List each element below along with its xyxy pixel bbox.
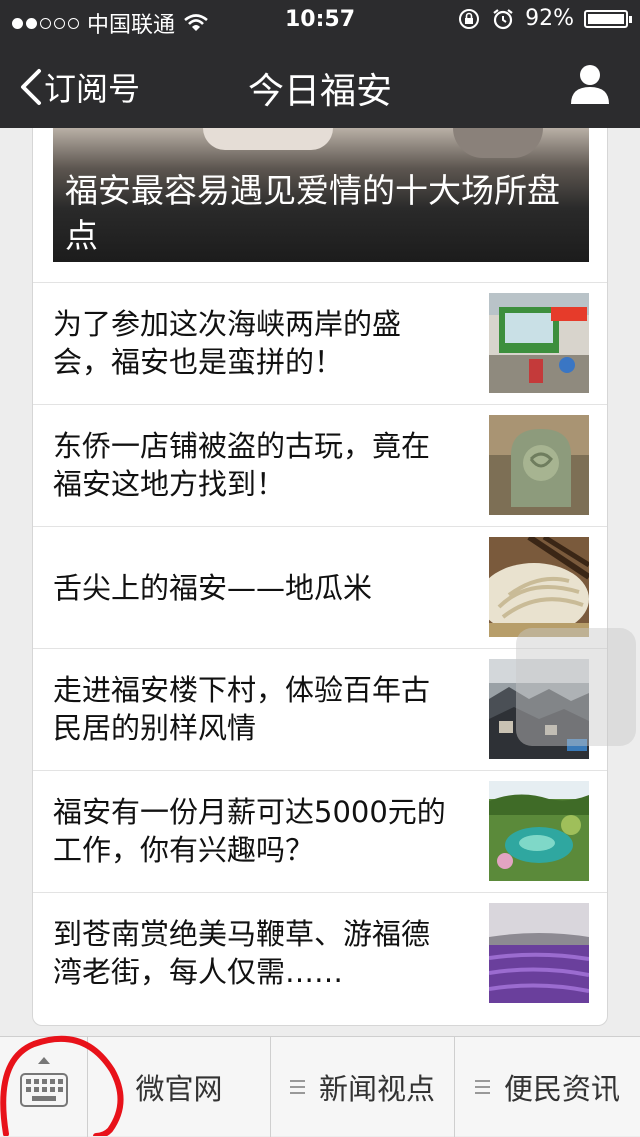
bottom-menu-bar: 微官网 新闻视点 便民资讯 xyxy=(0,1036,640,1137)
floating-assistive-button[interactable] xyxy=(516,628,636,746)
article-thumbnail-lavender xyxy=(489,903,589,1003)
article-item[interactable]: 东侨一店铺被盗的古玩，竟在福安这地方找到！ xyxy=(33,404,607,527)
hero-article[interactable]: 福安最容易遇见爱情的十大场所盘点 xyxy=(53,128,589,262)
article-list-card: 福安最容易遇见爱情的十大场所盘点 为了参加这次海峡两岸的盛会，福安也是蛮拼的！ … xyxy=(32,128,608,1026)
keyboard-icon xyxy=(20,1073,68,1107)
status-bar: 中国联通 10:57 92% xyxy=(0,0,640,40)
battery-icon xyxy=(584,9,632,28)
article-thumbnail-park xyxy=(489,781,589,881)
article-item[interactable]: 福安有一份月薪可达5000元的工作，你有兴趣吗？ xyxy=(33,770,607,893)
article-item[interactable]: 为了参加这次海峡两岸的盛会，福安也是蛮拼的！ xyxy=(33,282,607,405)
menu-item-news[interactable]: 新闻视点 xyxy=(271,1037,455,1137)
hero-caption: 福安最容易遇见爱情的十大场所盘点 xyxy=(65,171,560,255)
article-thumbnail-exhibition xyxy=(489,293,589,393)
article-thumbnail-food xyxy=(489,537,589,637)
article-title: 为了参加这次海峡两岸的盛会，福安也是蛮拼的！ xyxy=(53,307,402,379)
profile-icon[interactable] xyxy=(568,62,612,106)
menu-item-micro-site[interactable]: 微官网 xyxy=(88,1037,271,1137)
submenu-icon xyxy=(474,1080,490,1094)
alarm-icon xyxy=(493,8,513,29)
nav-bar: 订阅号 今日福安 xyxy=(0,40,640,128)
hero-image-detail xyxy=(453,128,543,158)
article-title: 福安有一份月薪可达5000元的工作，你有兴趣吗？ xyxy=(53,795,446,867)
article-thumbnail-jade xyxy=(489,415,589,515)
keyboard-toggle-button[interactable] xyxy=(0,1037,88,1137)
article-item[interactable]: 到苍南赏绝美马鞭草、游福德湾老街，每人仅需…… xyxy=(33,892,607,1015)
article-title: 走进福安楼下村，体验百年古民居的别样风情 xyxy=(53,673,431,745)
page-title: 今日福安 xyxy=(247,71,392,112)
menu-label: 微官网 xyxy=(135,1072,223,1106)
menu-label: 新闻视点 xyxy=(318,1072,435,1106)
submenu-icon xyxy=(289,1080,305,1094)
article-title: 到苍南赏绝美马鞭草、游福德湾老街，每人仅需…… xyxy=(53,917,431,989)
menu-label: 便民资讯 xyxy=(503,1072,620,1106)
menu-item-services[interactable]: 便民资讯 xyxy=(455,1037,640,1137)
article-title: 舌尖上的福安——地瓜米 xyxy=(53,571,373,605)
battery-percent: 92% xyxy=(525,6,574,31)
article-title: 东侨一店铺被盗的古玩，竟在福安这地方找到！ xyxy=(53,429,431,501)
rotation-lock-icon xyxy=(459,8,480,29)
caret-up-icon xyxy=(38,1057,50,1064)
hero-image xyxy=(203,128,333,150)
